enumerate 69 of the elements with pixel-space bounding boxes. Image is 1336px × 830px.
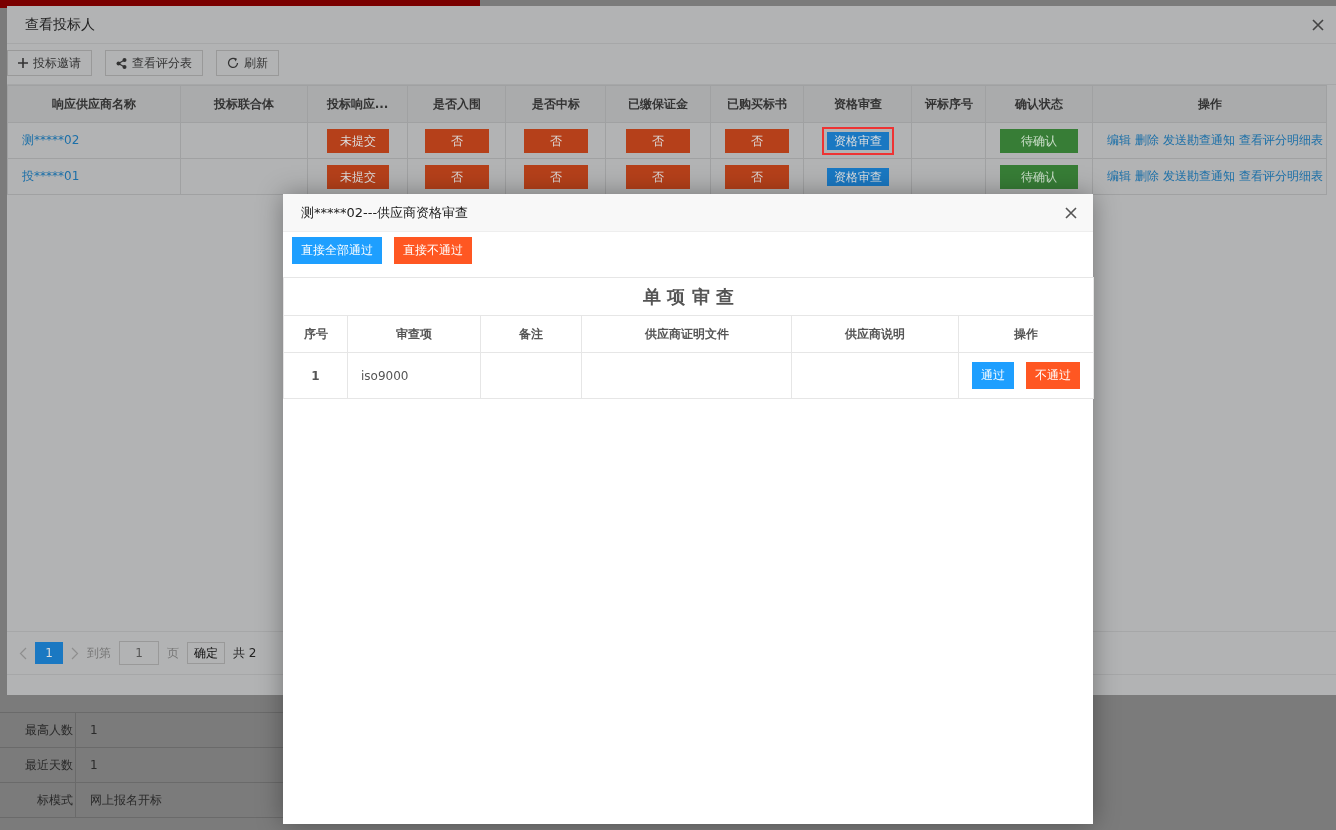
status-badge: 否: [424, 128, 489, 153]
column-header: 响应供应商名称: [7, 85, 181, 123]
total-count: 共 2: [233, 644, 257, 662]
status-badge: 未提交: [326, 164, 389, 189]
status-badge: 否: [424, 164, 489, 189]
status-badge: 否: [626, 128, 690, 153]
action-link[interactable]: 发送勘查通知: [1163, 169, 1235, 183]
action-link[interactable]: 删除: [1135, 133, 1159, 147]
field-label: 最近天数: [25, 756, 73, 774]
status-badge: 否: [523, 164, 588, 189]
action-link[interactable]: 编辑: [1107, 133, 1131, 147]
close-icon[interactable]: [1065, 206, 1077, 219]
status-badge: 否: [626, 164, 690, 189]
column-header: 投标联合体: [180, 85, 308, 123]
share-icon: [116, 57, 127, 69]
plus-icon: [18, 58, 28, 68]
close-icon[interactable]: [1312, 18, 1324, 31]
action-button[interactable]: 直接不通过: [394, 237, 472, 264]
field-label: 最高人数: [25, 721, 73, 739]
dialog-title: 测*****02---供应商资格审查: [301, 203, 469, 222]
status-badge: 未提交: [326, 128, 389, 153]
table-cell: iso9000: [347, 352, 481, 399]
action-link[interactable]: 发送勘查通知: [1163, 133, 1235, 147]
column-header: 备注: [480, 315, 582, 353]
column-header: 评标序号: [911, 85, 986, 123]
action-link[interactable]: 查看评分明细表: [1239, 169, 1323, 183]
review-button[interactable]: 资格审查: [821, 126, 894, 155]
confirm-button[interactable]: 确定: [187, 642, 225, 664]
status-badge: 待确认: [1000, 164, 1078, 189]
page-button[interactable]: 1: [35, 642, 63, 664]
supplier-link[interactable]: 投*****01: [22, 169, 80, 183]
page-unit-label: 页: [167, 644, 179, 662]
column-header: 序号: [283, 315, 348, 353]
status-badge: 待确认: [1000, 128, 1078, 153]
status-badge: 否: [725, 128, 789, 153]
column-header: 供应商证明文件: [581, 315, 792, 353]
action-button[interactable]: 直接全部通过: [292, 237, 382, 264]
supplier-link[interactable]: 测*****02: [22, 133, 80, 147]
table-cell: 1: [283, 352, 348, 399]
column-header: 已缴保证金: [605, 85, 711, 123]
goto-label: 到第: [87, 644, 111, 662]
row-action-button[interactable]: 不通过: [1026, 362, 1081, 389]
column-header: 投标响应...: [307, 85, 408, 123]
field-value: 1: [90, 758, 98, 772]
column-header: 操作: [1092, 85, 1327, 123]
column-header: 确认状态: [985, 85, 1093, 123]
toolbar-button[interactable]: 查看评分表: [105, 50, 203, 76]
action-link[interactable]: 编辑: [1107, 169, 1131, 183]
status-badge: 否: [523, 128, 588, 153]
status-badge: 否: [725, 164, 789, 189]
section-title: 单 项 审 查: [283, 277, 1094, 316]
toolbar-button[interactable]: 刷新: [216, 50, 279, 76]
field-value: 1: [90, 723, 98, 737]
column-header: 资格审查: [803, 85, 912, 123]
action-link[interactable]: 查看评分明细表: [1239, 133, 1323, 147]
toolbar-button[interactable]: 投标邀请: [7, 50, 92, 76]
row-action-button[interactable]: 通过: [972, 362, 1015, 389]
refresh-icon: [227, 57, 239, 69]
column-header: 已购买标书: [710, 85, 804, 123]
column-header: 是否中标: [505, 85, 606, 123]
column-header: 操作: [958, 315, 1094, 353]
column-header: 是否入围: [407, 85, 506, 123]
dialog-title: 查看投标人: [25, 15, 95, 34]
column-header: 审查项: [347, 315, 481, 353]
field-label: 标模式: [37, 791, 73, 809]
page-input[interactable]: 1: [119, 641, 159, 665]
action-link[interactable]: 删除: [1135, 169, 1159, 183]
field-value: 网上报名开标: [90, 791, 162, 809]
column-header: 供应商说明: [791, 315, 959, 353]
